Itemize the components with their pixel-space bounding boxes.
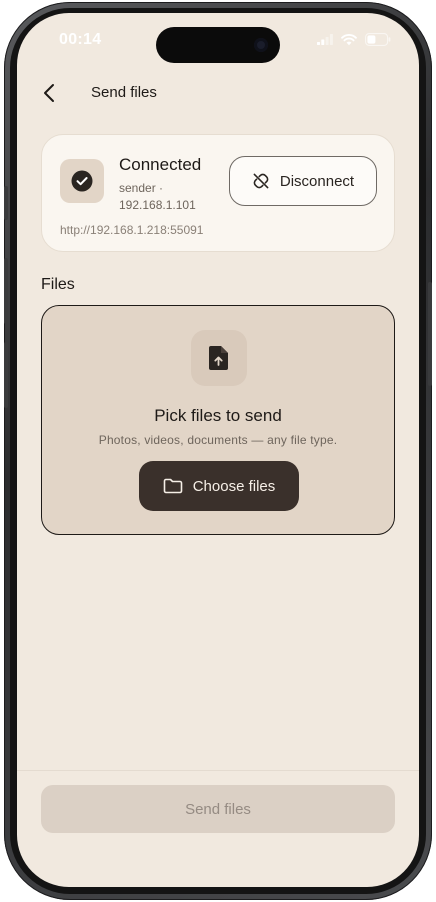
- connection-device: sender · 192.168.1.101: [119, 181, 196, 212]
- connection-status-badge: [60, 159, 104, 203]
- send-files-button[interactable]: Send files: [41, 785, 395, 833]
- drop-title: Pick files to send: [154, 406, 282, 425]
- check-circle-icon: [71, 170, 93, 192]
- files-section-label: Files: [41, 276, 75, 293]
- wifi-icon: [341, 33, 357, 45]
- volume-up-button: [4, 258, 8, 324]
- back-button[interactable]: [35, 79, 63, 107]
- connection-card: Connected sender · 192.168.1.101 http://…: [41, 134, 395, 252]
- drop-subtitle: Photos, videos, documents — any file typ…: [98, 433, 338, 447]
- status-bar: 00:14: [17, 13, 419, 67]
- volume-down-button: [4, 342, 8, 408]
- signal-icon: [317, 34, 333, 45]
- power-button: [428, 282, 432, 386]
- choose-files-button[interactable]: Choose files: [139, 461, 299, 511]
- drop-icon-container: [191, 330, 247, 386]
- status-time: 00:14: [59, 31, 102, 48]
- folder-icon: [163, 478, 183, 494]
- unlink-icon: [253, 173, 269, 189]
- file-upload-icon: [209, 346, 228, 370]
- file-drop-zone[interactable]: Pick files to send Photos, videos, docum…: [41, 305, 395, 535]
- send-files-label: Send files: [185, 800, 251, 818]
- status-icons: [317, 33, 391, 46]
- action-button: [4, 186, 8, 220]
- chevron-left-icon: [44, 84, 54, 102]
- choose-files-label: Choose files: [192, 477, 276, 495]
- app-screen: 00:14 Send files Connected sender · 192.…: [17, 13, 419, 887]
- disconnect-label: Disconnect: [279, 172, 355, 190]
- connection-status: Connected: [119, 155, 202, 174]
- top-app-bar: Send files: [17, 75, 419, 111]
- dynamic-island: [156, 27, 280, 63]
- connection-url: http://192.168.1.218:55091: [60, 223, 204, 237]
- battery-icon: [365, 33, 391, 46]
- bottom-divider: [17, 770, 419, 771]
- page-title: Send files: [91, 84, 157, 101]
- disconnect-button[interactable]: Disconnect: [229, 156, 377, 206]
- camera-icon: [254, 38, 268, 52]
